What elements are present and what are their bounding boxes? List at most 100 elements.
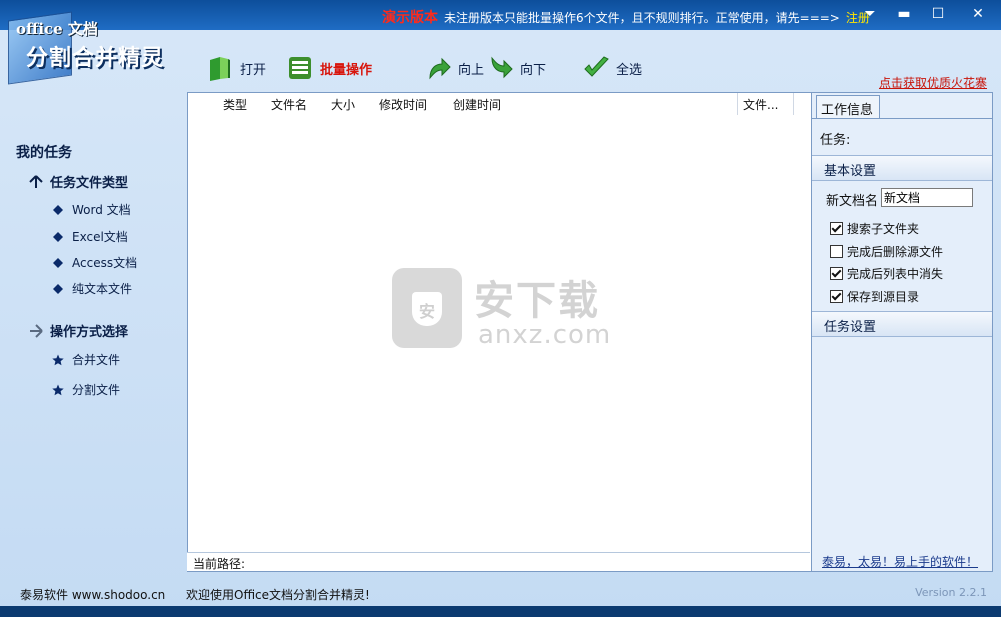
- desktop-edge: [0, 606, 1001, 617]
- column-file-extra[interactable]: 文件...: [743, 96, 778, 113]
- diamond-icon: [53, 283, 63, 294]
- checkbox-box[interactable]: [830, 267, 843, 280]
- checkbox-label: 搜索子文件夹: [847, 222, 920, 236]
- maximize-button[interactable]: ☐: [921, 0, 955, 30]
- sidebar-item-label: 纯文本文件: [72, 282, 133, 296]
- sidebar-group-label: 任务文件类型: [50, 176, 129, 191]
- checkbox-label: 保存到源目录: [847, 290, 920, 304]
- checkbox-box[interactable]: [830, 222, 843, 235]
- file-list[interactable]: 类型 文件名 大小 修改时间 创建时间 文件... 安 安下载 anxz.com: [187, 92, 812, 572]
- sidebar-item-excel[interactable]: Excel文档: [52, 228, 128, 245]
- watermark-shield-icon: 安: [412, 292, 442, 326]
- sidebar-item-label: Access文档: [72, 256, 138, 270]
- checkbox-save-to-source[interactable]: 保存到源目录: [830, 288, 919, 305]
- section-label: 任务设置: [824, 320, 877, 335]
- tab-divider: [812, 118, 992, 119]
- promo-link[interactable]: 点击获取优质火花寨: [879, 74, 987, 91]
- task-sidebar: 我的任务 任务文件类型 Word 文档 Excel文档 Access文档 纯文本…: [0, 92, 186, 572]
- column-type[interactable]: 类型: [223, 96, 247, 113]
- demo-notice: 演示版本 未注册版本只能批量操作6个文件，且不规则排行。正常使用，请先===> 注册: [382, 7, 870, 27]
- select-all-button[interactable]: 全选: [582, 52, 642, 84]
- arrow-right-icon: [30, 323, 43, 338]
- watermark-title: 安下载: [474, 278, 600, 324]
- sidebar-title: 我的任务: [16, 145, 72, 161]
- column-divider[interactable]: [793, 93, 794, 115]
- sidebar-group-label: 操作方式选择: [50, 325, 129, 340]
- current-path-bar: 当前路径:: [187, 552, 810, 571]
- demo-badge: 演示版本: [382, 10, 438, 26]
- sidebar-group-file-types[interactable]: 任务文件类型: [28, 172, 128, 191]
- menu-dropdown-icon[interactable]: ⏷: [853, 0, 887, 30]
- checkmark-icon: [584, 56, 609, 77]
- sidebar-item-word[interactable]: Word 文档: [52, 201, 131, 218]
- arrow-down-icon: [491, 56, 513, 79]
- sidebar-item-label: 分割文件: [72, 383, 121, 397]
- watermark-bag-icon: 安: [392, 268, 462, 348]
- checkbox-box[interactable]: [830, 245, 843, 258]
- batch-icon: [289, 57, 311, 79]
- move-up-button[interactable]: 向上: [424, 52, 484, 84]
- star-icon: [52, 384, 64, 395]
- arrow-up-icon: [29, 174, 43, 188]
- toolbar: 打开 批量操作 向上 向下 全选 点击获取优质火花寨: [186, 44, 991, 92]
- sidebar-item-text[interactable]: 纯文本文件: [52, 280, 132, 297]
- diamond-icon: [53, 231, 63, 242]
- column-size[interactable]: 大小: [331, 96, 355, 113]
- checkbox-remove-from-list[interactable]: 完成后列表中消失: [830, 265, 943, 282]
- sidebar-item-split[interactable]: 分割文件: [52, 381, 120, 398]
- diamond-icon: [53, 257, 63, 268]
- move-up-label: 向上: [458, 62, 485, 78]
- move-down-button[interactable]: 向下: [486, 52, 546, 84]
- welcome-message: 欢迎使用Office文档分割合并精灵!: [186, 588, 370, 602]
- star-icon: [52, 354, 64, 365]
- checkbox-search-subfolders[interactable]: 搜索子文件夹: [830, 220, 919, 237]
- new-doc-name-label: 新文档名: [826, 194, 879, 209]
- app-logo: office 文档 分割合并精灵: [6, 8, 186, 88]
- column-filename[interactable]: 文件名: [271, 96, 307, 113]
- checkbox-box[interactable]: [830, 290, 843, 303]
- logo-line2: 分割合并精灵: [26, 46, 165, 71]
- logo-line1: office 文档: [16, 20, 98, 38]
- work-info-panel: 工作信息 任务: 基本设置 新文档名 搜索子文件夹 完成后删除源文件 完成后列表…: [811, 92, 993, 572]
- version-label: Version 2.2.1: [915, 586, 987, 599]
- current-path-label: 当前路径:: [193, 557, 246, 571]
- move-down-label: 向下: [520, 62, 547, 78]
- checkbox-label: 完成后删除源文件: [847, 245, 944, 259]
- section-label: 基本设置: [824, 164, 877, 179]
- checkbox-delete-source[interactable]: 完成后删除源文件: [830, 243, 943, 260]
- watermark-badge: 安: [419, 302, 436, 321]
- column-divider[interactable]: [737, 93, 738, 115]
- checkbox-label: 完成后列表中消失: [847, 267, 944, 281]
- sidebar-item-access[interactable]: Access文档: [52, 254, 137, 271]
- open-book-icon: [210, 57, 230, 81]
- sidebar-group-operations[interactable]: 操作方式选择: [28, 321, 128, 340]
- watermark: 安 安下载 anxz.com: [392, 268, 612, 358]
- file-list-header: 类型 文件名 大小 修改时间 创建时间 文件...: [188, 93, 811, 115]
- batch-operation-button[interactable]: 批量操作: [286, 52, 372, 84]
- arrow-up-icon: [429, 57, 451, 80]
- tab-label: 工作信息: [821, 103, 874, 118]
- batch-label: 批量操作: [320, 62, 373, 78]
- sidebar-item-label: Excel文档: [72, 230, 128, 244]
- close-button[interactable]: ✕: [955, 0, 1001, 30]
- minimize-button[interactable]: ▬: [887, 0, 921, 30]
- window-controls: ⏷ ▬ ☐ ✕: [853, 0, 1001, 30]
- watermark-domain: anxz.com: [478, 320, 612, 350]
- sidebar-item-label: Word 文档: [72, 203, 131, 217]
- sidebar-item-merge[interactable]: 合并文件: [52, 351, 120, 368]
- task-settings-header[interactable]: 任务设置: [812, 311, 992, 337]
- open-label: 打开: [240, 62, 267, 78]
- column-modified[interactable]: 修改时间: [379, 96, 427, 113]
- tab-work-info[interactable]: 工作信息: [816, 95, 880, 118]
- task-label: 任务:: [820, 133, 851, 148]
- slogan-link[interactable]: 泰易，太易！易上手的软件！: [822, 553, 978, 570]
- diamond-icon: [53, 204, 63, 215]
- select-all-label: 全选: [616, 62, 643, 78]
- new-doc-name-input[interactable]: [881, 188, 973, 207]
- column-created[interactable]: 创建时间: [453, 96, 501, 113]
- status-bar: 泰易软件 www.shodoo.cn 欢迎使用Office文档分割合并精灵! V…: [0, 578, 1001, 608]
- app-window: office 文档 分割合并精灵 演示版本 未注册版本只能批量操作6个文件，且不规…: [0, 0, 1001, 617]
- basic-settings-header[interactable]: 基本设置: [812, 155, 992, 181]
- company-info: 泰易软件 www.shodoo.cn: [20, 588, 166, 602]
- open-button[interactable]: 打开: [206, 52, 266, 84]
